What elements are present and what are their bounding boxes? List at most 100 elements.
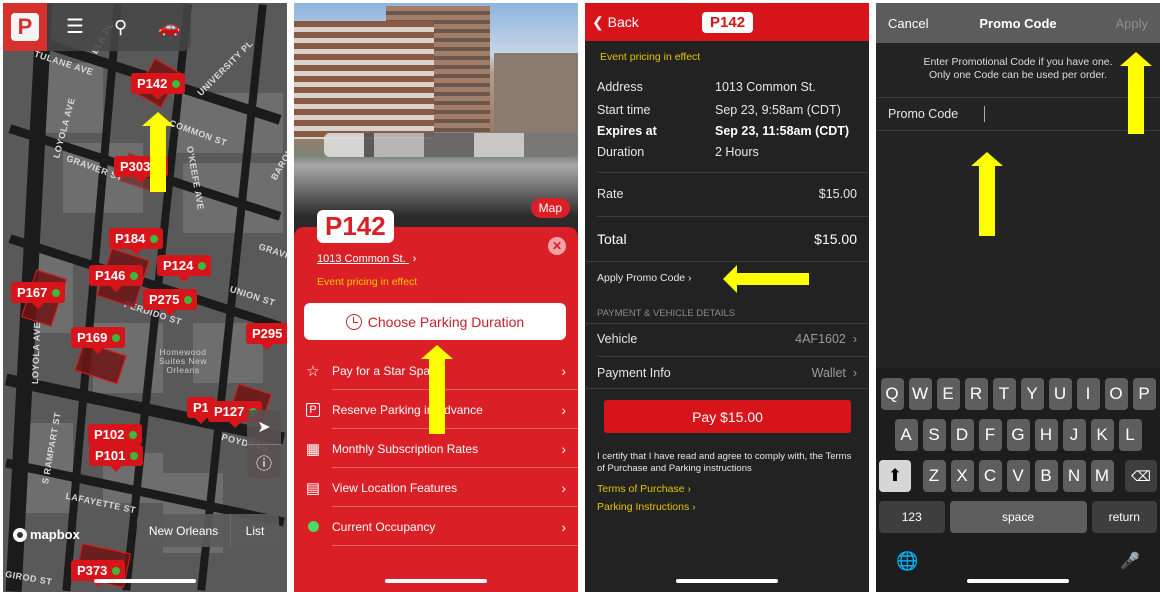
detail-row-duration: Duration 2 Hours <box>597 145 759 159</box>
occupancy-dot-icon <box>294 521 332 532</box>
pay-button[interactable]: Pay $15.00 <box>604 400 851 433</box>
apply-button[interactable]: Apply <box>1115 16 1148 31</box>
key-i[interactable]: I <box>1076 378 1100 410</box>
key-d[interactable]: D <box>950 419 974 451</box>
parking-pin[interactable]: P101 <box>89 445 144 472</box>
promo-code-row: Promo Code <box>876 97 1160 131</box>
payment-row[interactable]: Payment Info Wallet › <box>597 366 857 380</box>
space-key[interactable]: space <box>949 501 1087 533</box>
parking-pin[interactable]: P146 <box>89 265 144 292</box>
divider <box>585 323 869 324</box>
city-button[interactable]: New Orleans <box>137 514 231 547</box>
key-t[interactable]: T <box>992 378 1016 410</box>
key-m[interactable]: M <box>1090 460 1114 492</box>
detail-row-start: Start time Sep 23, 9:58am (CDT) <box>597 103 841 117</box>
choose-duration-button[interactable]: Choose Parking Duration <box>304 303 566 340</box>
map-controls: ➤ ⓘ <box>247 410 281 478</box>
divider <box>597 356 869 357</box>
annotation-arrow <box>421 345 453 434</box>
mapbox-attribution[interactable]: mapbox <box>13 527 80 542</box>
menu-item-occupancy[interactable]: Current Occupancy › <box>294 507 578 546</box>
mapbox-logo-icon <box>13 527 27 542</box>
key-l[interactable]: L <box>1118 419 1142 451</box>
key-e[interactable]: E <box>936 378 960 410</box>
annotation-arrow <box>723 265 809 293</box>
key-f[interactable]: F <box>978 419 1002 451</box>
numbers-key[interactable]: 123 <box>879 501 945 533</box>
menu-item-features[interactable]: ▤ View Location Features › <box>294 468 578 507</box>
parking-pin[interactable]: P295 <box>246 323 287 350</box>
vehicle-row[interactable]: Vehicle 4AF1602 › <box>597 332 857 346</box>
parking-pin[interactable]: P102 <box>88 424 143 451</box>
shift-key[interactable]: ⬆ <box>879 460 911 492</box>
keyboard-row: QWERTYUIOP <box>876 378 1160 410</box>
key-j[interactable]: J <box>1062 419 1086 451</box>
chevron-right-icon: › <box>561 518 566 535</box>
parking-pin[interactable]: P184 <box>109 228 164 255</box>
key-o[interactable]: O <box>1104 378 1128 410</box>
address-link[interactable]: 1013 Common St. › <box>317 253 416 265</box>
keyboard: QWERTYUIOP ASDFGHJKL ⬆ ZXCVBNM ⌫ 123 spa… <box>876 368 1160 592</box>
key-h[interactable]: H <box>1034 419 1058 451</box>
key-n[interactable]: N <box>1062 460 1086 492</box>
key-a[interactable]: A <box>894 419 918 451</box>
close-icon[interactable]: ✕ <box>548 237 566 255</box>
parking-pin[interactable]: P373 <box>71 560 126 587</box>
hamburger-icon[interactable]: ☰ <box>66 17 84 37</box>
menu-item-monthly[interactable]: ▦ Monthly Subscription Rates › <box>294 429 578 468</box>
event-pricing-notice: Event pricing in effect <box>317 276 418 288</box>
home-indicator <box>94 579 196 583</box>
key-k[interactable]: K <box>1090 419 1114 451</box>
key-w[interactable]: W <box>908 378 932 410</box>
parking-pin[interactable]: P167 <box>11 282 66 309</box>
chevron-right-icon: › <box>852 366 857 380</box>
promo-hint: Enter Promotional Code if you have one. … <box>923 56 1113 81</box>
poi-label: Homewood Suites New Orleans <box>159 347 207 375</box>
key-r[interactable]: R <box>964 378 988 410</box>
parking-pin[interactable]: P169 <box>71 327 126 354</box>
instructions-link[interactable]: Parking Instructions › <box>597 501 696 513</box>
key-b[interactable]: B <box>1034 460 1058 492</box>
chevron-right-icon: › <box>561 440 566 457</box>
parking-pin[interactable]: P142 <box>131 73 186 100</box>
microphone-icon[interactable]: 🎤 <box>1120 551 1140 571</box>
key-v[interactable]: V <box>1006 460 1030 492</box>
app-logo[interactable]: P <box>3 3 47 51</box>
car-icon[interactable]: 🚗 <box>158 17 180 37</box>
key-u[interactable]: U <box>1048 378 1072 410</box>
lot-detail-screen: Map ✕ 1013 Common St. › Event pricing in… <box>294 3 578 592</box>
return-key[interactable]: return <box>1091 501 1158 533</box>
navigation-arrow-icon[interactable]: ➤ <box>247 410 281 444</box>
page-title: P142 <box>702 12 754 33</box>
key-s[interactable]: S <box>922 419 946 451</box>
keyboard-row: ⬆ ZXCVBNM ⌫ <box>876 460 1160 492</box>
key-z[interactable]: Z <box>922 460 946 492</box>
key-c[interactable]: C <box>978 460 1002 492</box>
info-icon[interactable]: ⓘ <box>247 444 281 478</box>
chevron-left-icon: ❮ <box>592 14 604 30</box>
detail-row-address: Address 1013 Common St. <box>597 80 816 94</box>
list-button[interactable]: List <box>231 514 279 547</box>
apply-promo-link[interactable]: Apply Promo Code › <box>597 272 692 284</box>
divider <box>585 261 869 262</box>
key-p[interactable]: P <box>1132 378 1156 410</box>
globe-icon[interactable]: 🌐 <box>896 551 918 572</box>
key-x[interactable]: X <box>950 460 974 492</box>
terms-link[interactable]: Terms of Purchase › <box>597 483 691 495</box>
key-g[interactable]: G <box>1006 419 1030 451</box>
promo-code-screen: Cancel Promo Code Apply Enter Promotiona… <box>876 3 1160 592</box>
backspace-key[interactable]: ⌫ <box>1125 460 1157 492</box>
map-screen: TULANE AVE ELK PL UNIVERSITY PL LOYOLA A… <box>3 3 287 592</box>
home-indicator <box>967 579 1069 583</box>
search-icon[interactable]: ⚲ <box>114 17 127 37</box>
promo-code-label: Promo Code <box>888 107 959 121</box>
parking-pin[interactable]: P124 <box>157 255 212 282</box>
map-button[interactable]: Map <box>530 198 570 218</box>
back-button[interactable]: ❮ Back <box>592 14 639 31</box>
keyboard-row: 123 space return <box>876 501 1160 533</box>
key-y[interactable]: Y <box>1020 378 1044 410</box>
key-q[interactable]: Q <box>880 378 904 410</box>
divider <box>597 216 869 217</box>
parking-pin[interactable]: P275 <box>143 289 198 316</box>
map-toolbar: P ☰ ⚲ 🚗 <box>3 3 191 51</box>
